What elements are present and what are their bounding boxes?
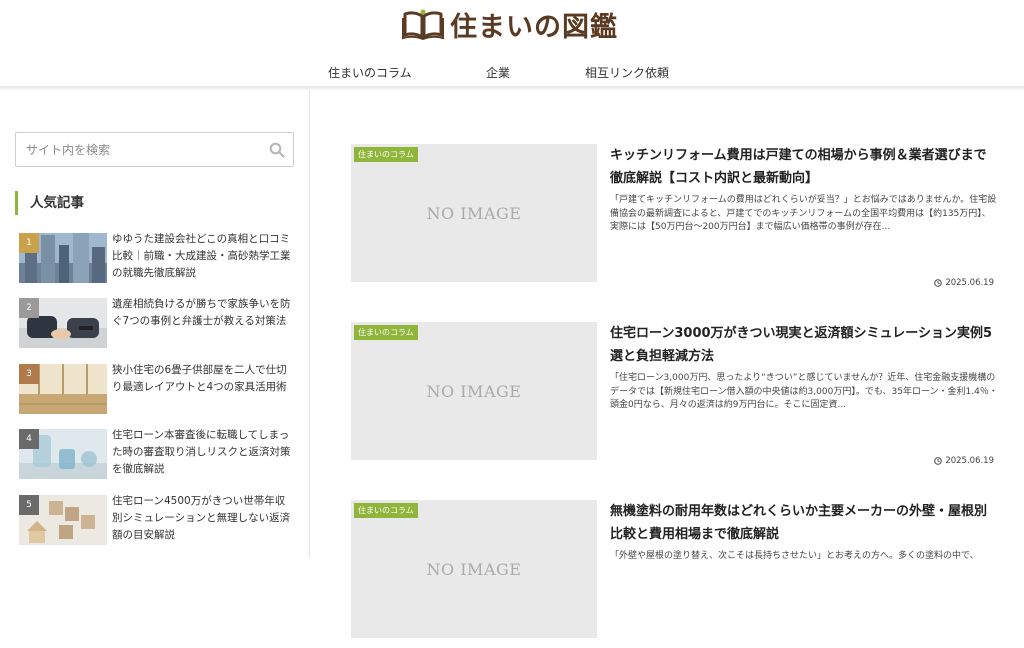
popular-post-item[interactable]: 3 狭小住宅の6畳子供部屋を二人で仕切り最適レイアウトと4つの家具活用術 (19, 364, 294, 416)
open-book-icon (402, 9, 444, 40)
article-thumbnail[interactable]: NO IMAGE 住まいのコラム (351, 144, 597, 282)
popular-post-title[interactable]: 遺産相続負けるが勝ちで家族争いを防ぐ7つの事例と弁護士が教える対策法 (112, 296, 294, 330)
article-title[interactable]: 住宅ローン3000万がきつい現実と返済額シミュレーション実例5選と負担軽減方法 (610, 322, 999, 368)
popular-post-thumbnail[interactable]: 4 (19, 429, 107, 479)
article-date-text: 2025.06.19 (945, 278, 994, 288)
article-card[interactable]: NO IMAGE 住まいのコラム 住宅ローン3000万がきつい現実と返済額シミュ… (351, 322, 999, 470)
article-card[interactable]: NO IMAGE 住まいのコラム キッチンリフォーム費用は戸建ての相場から事例＆… (351, 144, 999, 292)
nav-item-column[interactable]: 住まいのコラム (328, 64, 412, 81)
rank-badge: 4 (19, 429, 39, 449)
site-header: 住まいの図鑑 (0, 0, 1024, 60)
article-excerpt: 「戸建てキッチンリフォームの費用はどれくらいが妥当？」とお悩みではありませんか。… (610, 195, 997, 232)
site-logo-text: 住まいの図鑑 (450, 11, 618, 43)
category-label[interactable]: 住まいのコラム (354, 325, 418, 340)
rank-badge: 5 (19, 495, 39, 515)
article-title[interactable]: 無機塗料の耐用年数はどれくらいか主要メーカーの外壁・屋根別比較と費用相場まで徹底… (610, 500, 999, 546)
category-label[interactable]: 住まいのコラム (354, 147, 418, 162)
popular-post-item[interactable]: 4 住宅ローン本審査後に転職してしまった時の審査取り消しリスクと返済対策を徹底解… (19, 429, 294, 481)
global-nav: 住まいのコラム 企業 相互リンク依頼 (0, 60, 1024, 88)
popular-post-thumbnail[interactable]: 2 (19, 298, 107, 348)
article-thumbnail[interactable]: NO IMAGE 住まいのコラム (351, 500, 597, 638)
article-date-text: 2025.06.19 (945, 456, 994, 466)
article-title[interactable]: キッチンリフォーム費用は戸建ての相場から事例＆業者選びまで徹底解説【コスト内訳と… (610, 144, 999, 190)
rank-badge: 1 (19, 233, 39, 253)
no-image-placeholder: NO IMAGE (426, 204, 522, 223)
clock-icon (934, 279, 943, 287)
popular-post-item[interactable]: 2 遺産相続負けるが勝ちで家族争いを防ぐ7つの事例と弁護士が教える対策法 (19, 298, 294, 350)
no-image-placeholder: NO IMAGE (426, 560, 522, 579)
search-box (15, 132, 294, 167)
nav-item-companies[interactable]: 企業 (486, 64, 510, 81)
article-date: 2025.06.19 (934, 278, 994, 288)
search-icon[interactable] (269, 142, 285, 158)
popular-post-thumbnail[interactable]: 1 (19, 233, 107, 283)
nav-item-link-request[interactable]: 相互リンク依頼 (585, 64, 669, 81)
popular-post-title[interactable]: 住宅ローン4500万がきつい世帯年収別シミュレーションと無理しない返済額の目安解… (112, 493, 294, 544)
rank-badge: 2 (19, 298, 39, 318)
sidebar: 人気記事 1 ゆゆうた建設会社どこの真相と口コミ比較｜前職・大成建設・高砂熱学工… (0, 90, 310, 556)
popular-post-title[interactable]: 住宅ローン本審査後に転職してしまった時の審査取り消しリスクと返済対策を徹底解説 (112, 427, 294, 478)
search-input[interactable] (16, 133, 261, 166)
popular-post-title[interactable]: ゆゆうた建設会社どこの真相と口コミ比較｜前職・大成建設・高砂熱学工業の就職先徹底… (112, 231, 294, 282)
popular-post-item[interactable]: 1 ゆゆうた建設会社どこの真相と口コミ比較｜前職・大成建設・高砂熱学工業の就職先… (19, 233, 294, 285)
rank-badge: 3 (19, 364, 39, 384)
article-excerpt: 「外壁や屋根の塗り替え、次こそは長持ちさせたい」とお考えの方へ。多くの塗料の中で… (610, 551, 979, 561)
article-thumbnail[interactable]: NO IMAGE 住まいのコラム (351, 322, 597, 460)
category-label[interactable]: 住まいのコラム (354, 503, 418, 518)
popular-post-thumbnail[interactable]: 5 (19, 495, 107, 545)
popular-post-item[interactable]: 5 住宅ローン4500万がきつい世帯年収別シミュレーションと無理しない返済額の目… (19, 495, 294, 547)
no-image-placeholder: NO IMAGE (426, 382, 522, 401)
clock-icon (934, 457, 943, 465)
article-card[interactable]: NO IMAGE 住まいのコラム 無機塗料の耐用年数はどれくらいか主要メーカーの… (351, 500, 999, 648)
article-date: 2025.06.19 (934, 456, 994, 466)
article-excerpt: 「住宅ローン3,000万円、思ったより“きつい”と感じていませんか？近年、住宅金… (610, 373, 998, 410)
popular-post-title[interactable]: 狭小住宅の6畳子供部屋を二人で仕切り最適レイアウトと4つの家具活用術 (112, 362, 294, 396)
popular-post-thumbnail[interactable]: 3 (19, 364, 107, 414)
popular-posts-heading: 人気記事 (15, 191, 84, 215)
site-logo[interactable]: 住まいの図鑑 (402, 4, 618, 44)
